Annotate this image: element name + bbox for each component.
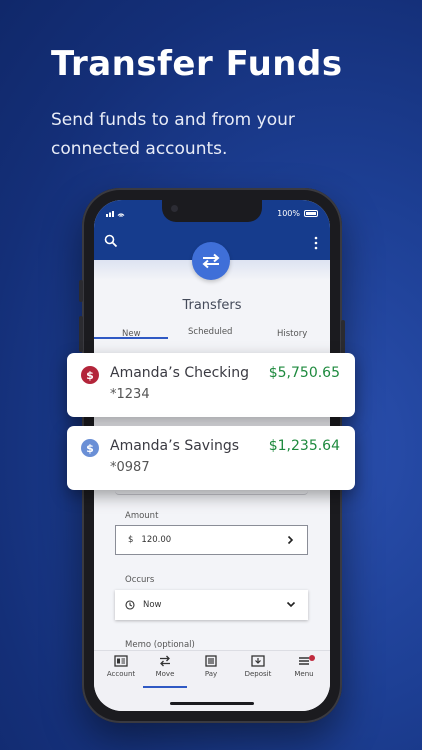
nav-menu[interactable]: Menu: [282, 655, 326, 678]
memo-label: Memo (optional): [125, 640, 195, 650]
search-icon[interactable]: [104, 234, 118, 248]
account-card-icon: [114, 655, 128, 667]
account-balance: $5,750.65: [268, 365, 340, 381]
transfer-arrows-icon: [160, 655, 170, 667]
account-balance: $1,235.64: [268, 438, 340, 454]
nav-menu-label: Menu: [294, 670, 314, 678]
nav-move[interactable]: Move: [143, 655, 187, 678]
occurs-select[interactable]: Now: [115, 590, 308, 620]
camera-dot: [171, 205, 178, 212]
page-title: Transfers: [182, 298, 242, 313]
account-number: *1234: [110, 387, 150, 402]
home-indicator: [170, 702, 254, 705]
account-number: *0987: [110, 460, 150, 475]
dollar-circle-icon: $: [81, 366, 99, 384]
signal-icon: [106, 209, 126, 219]
promo-subline: Send funds to and from your connected ac…: [51, 106, 351, 164]
promo-headline: Transfer Funds: [51, 44, 343, 84]
nav-deposit[interactable]: Deposit: [236, 655, 280, 678]
nav-account[interactable]: Account: [99, 655, 143, 678]
occurs-label: Occurs: [125, 575, 155, 585]
transfer-badge: [192, 242, 230, 280]
notification-badge: [309, 655, 315, 661]
transfer-arrows-icon: [202, 253, 220, 269]
occurs-value: Now: [143, 600, 162, 610]
chevron-right-icon: [287, 535, 294, 545]
nav-active-indicator: [143, 686, 187, 688]
nav-pay[interactable]: Pay: [189, 655, 233, 678]
phone-volume-up: [79, 316, 83, 352]
nav-account-label: Account: [106, 670, 136, 678]
nav-pay-label: Pay: [204, 670, 218, 678]
phone-side-button: [79, 280, 83, 302]
clock-icon: [125, 600, 135, 610]
dollar-icon: $: [128, 535, 134, 545]
battery-icon: [304, 210, 318, 217]
phone-notch: [162, 200, 262, 222]
nav-move-label: Move: [155, 670, 175, 678]
battery-percent: 100%: [277, 209, 300, 218]
tab-history[interactable]: History: [277, 329, 307, 339]
account-name: Amanda’s Savings: [110, 438, 240, 454]
deposit-icon: [251, 655, 265, 667]
chevron-down-icon: [286, 601, 296, 608]
more-options-icon[interactable]: [314, 236, 318, 250]
nav-deposit-label: Deposit: [244, 670, 272, 678]
bill-icon: [205, 655, 217, 667]
promo-subline-line-2: connected accounts.: [51, 139, 228, 159]
account-name: Amanda’s Checking: [110, 365, 250, 381]
account-card-checking[interactable]: $ Amanda’s Checking *1234 $5,750.65: [67, 353, 355, 417]
amount-field[interactable]: $ 120.00: [115, 525, 308, 555]
account-card-savings[interactable]: $ Amanda’s Savings *0987 $1,235.64: [67, 426, 355, 490]
amount-label: Amount: [125, 511, 159, 521]
promo-subline-line-1: Send funds to and from your: [51, 110, 295, 130]
active-tab-indicator: [94, 337, 168, 339]
tab-scheduled[interactable]: Scheduled: [188, 327, 232, 337]
amount-value: 120.00: [141, 535, 172, 545]
dollar-circle-icon: $: [81, 439, 99, 457]
